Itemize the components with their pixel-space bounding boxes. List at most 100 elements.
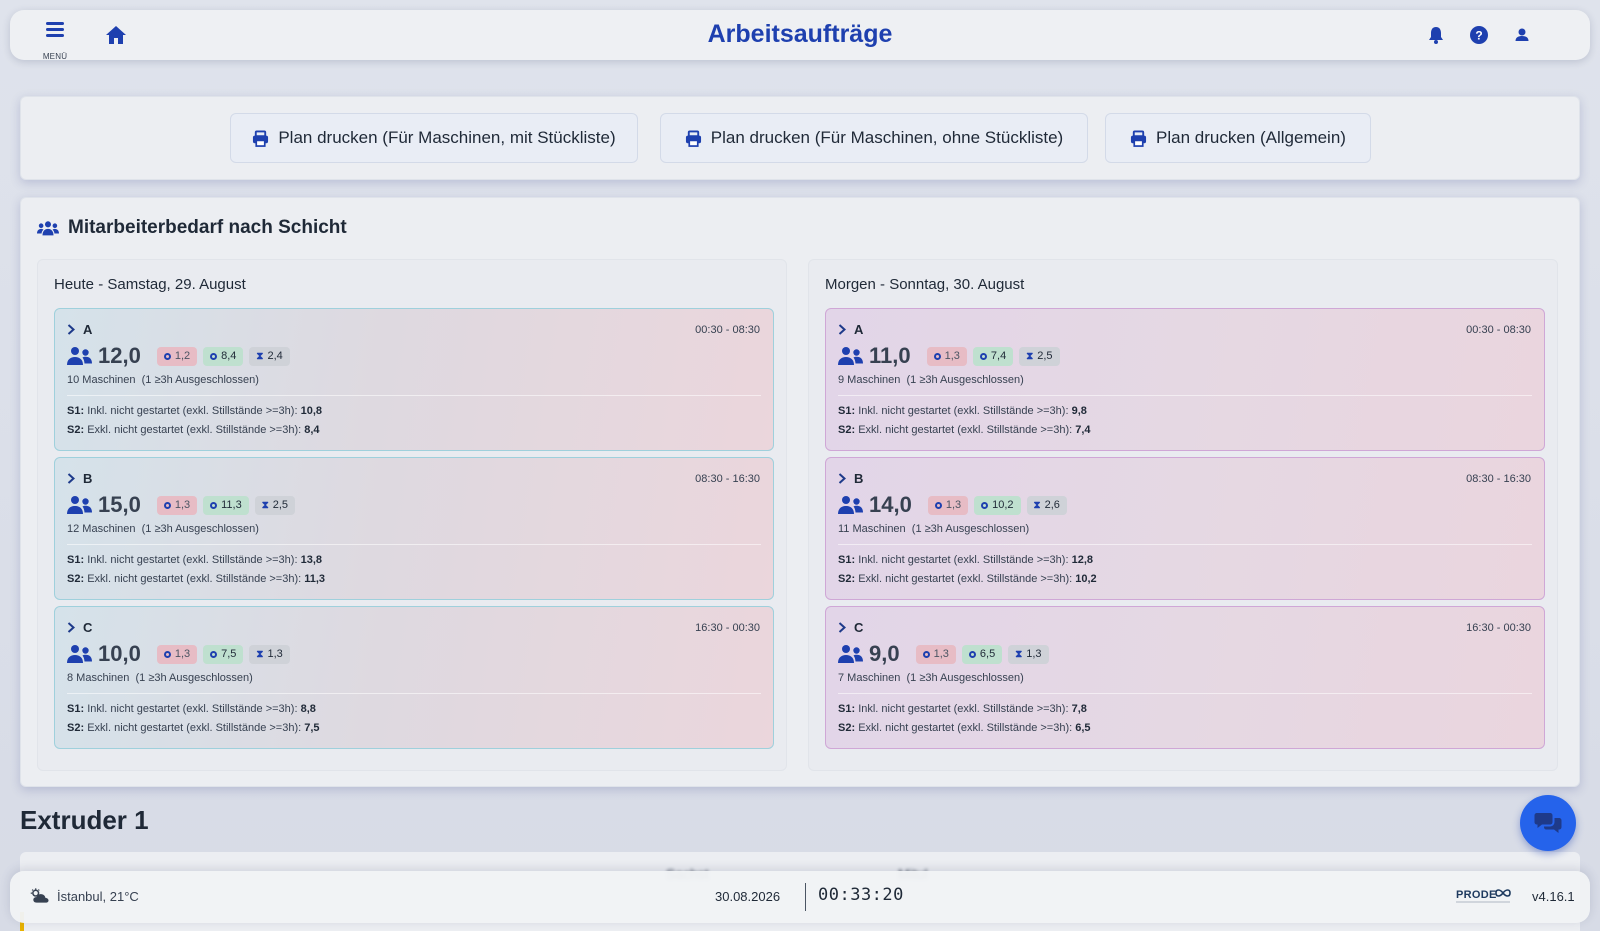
chat-button[interactable] (1520, 795, 1576, 851)
hamburger-icon (46, 22, 64, 40)
scenario-value: 8,8 (300, 703, 316, 715)
hourglass-icon: ⧗ (1015, 648, 1023, 660)
scenario-s2: S2: Exkl. nicht gestartet (exkl. Stillst… (838, 424, 1091, 436)
divider (838, 544, 1532, 545)
scenario-label: S1: (67, 554, 85, 566)
printer-icon (253, 129, 269, 147)
menu-label: MENÜ (42, 52, 68, 61)
excluded-text: (1 ≥3h Ausgeschlossen) (141, 374, 259, 386)
clock-icon (933, 352, 941, 360)
scenario-label: S2: (67, 573, 85, 585)
scenario-label: S1: (67, 405, 85, 417)
machine-count-text: 12 Maschinen (67, 523, 136, 535)
shift-header[interactable]: B (67, 471, 92, 486)
scenario-value: 13,8 (300, 554, 322, 566)
shift-card[interactable]: B 08:30 - 16:30 15,0 1,3 11,3 ⧗ 2,5 12 Maschine… (54, 457, 774, 600)
shift-header[interactable]: C (67, 620, 92, 635)
hourglass-icon: ⧗ (256, 350, 264, 362)
badge-red: 1,3 (926, 346, 967, 366)
badge-value: 1,3 (944, 350, 960, 362)
users-icon (838, 496, 863, 514)
shift-card[interactable]: B 08:30 - 16:30 14,0 1,3 10,2 ⧗ 2,6 11 Maschine… (825, 457, 1545, 600)
hourglass-icon: ⧗ (1026, 350, 1034, 362)
print-with-bom-button[interactable]: Plan drucken (Für Maschinen, mit Stückli… (230, 113, 638, 163)
scenario-text: Exkl. nicht gestartet (exkl. Stillstände… (87, 424, 302, 436)
clock-icon (979, 352, 987, 360)
badge-value: 10,2 (992, 499, 1014, 511)
shift-card[interactable]: C 16:30 - 00:30 10,0 1,3 7,5 ⧗ 1,3 8 Maschinen … (54, 606, 774, 749)
print-without-bom-button[interactable]: Plan drucken (Für Maschinen, ohne Stückl… (660, 113, 1088, 163)
chevron-right-icon (838, 324, 846, 335)
badge-red: 1,3 (156, 644, 198, 664)
staff-total: 14,0 (869, 492, 912, 517)
staff-demand-panel: Mitarbeiterbedarf nach Schicht Heute - S… (20, 197, 1580, 787)
day-title: Heute - Samstag, 29. August (54, 276, 246, 293)
chevron-right-icon (67, 324, 75, 335)
badge-gray: ⧗ 1,3 (249, 644, 290, 664)
machine-count: 7 Maschinen (1 ≥3h Ausgeschlossen) (838, 672, 1024, 684)
excluded-text: (1 ≥3h Ausgeschlossen) (911, 523, 1030, 535)
scenario-s1: S1: Inkl. nicht gestartet (exkl. Stillst… (67, 554, 322, 566)
badge-value: 1,3 (267, 648, 283, 660)
badge-value: 2,6 (1044, 499, 1060, 511)
shift-card[interactable]: A 00:30 - 08:30 12,0 1,2 8,4 ⧗ 2,4 10 Maschinen… (54, 308, 774, 451)
bell-icon[interactable] (1426, 25, 1446, 45)
clock-icon (922, 650, 930, 658)
clock-icon (934, 501, 942, 509)
shift-summary: 10,0 1,3 7,5 ⧗ 1,3 (67, 641, 296, 667)
shift-header[interactable]: B (838, 471, 863, 486)
scenario-s2: S2: Exkl. nicht gestartet (exkl. Stillst… (67, 424, 320, 436)
printer-icon (685, 129, 701, 147)
print-general-button[interactable]: Plan drucken (Allgemein) (1105, 113, 1371, 163)
shift-header[interactable]: A (838, 322, 863, 337)
badge-green: 7,4 (972, 346, 1014, 366)
current-date: 30.08.2026 (715, 889, 781, 904)
day-title: Morgen - Sonntag, 30. August (825, 276, 1025, 293)
excluded-text: (1 ≥3h Ausgeschlossen) (141, 523, 259, 535)
shift-header[interactable]: C (838, 620, 863, 635)
staff-demand-title: Mitarbeiterbedarf nach Schicht (68, 217, 347, 238)
shift-summary: 12,0 1,2 8,4 ⧗ 2,4 (67, 343, 296, 369)
shift-header[interactable]: A (67, 322, 92, 337)
divider (805, 883, 806, 911)
clock-icon (210, 650, 218, 658)
scenario-value: 10,2 (1075, 573, 1097, 585)
divider (67, 544, 761, 545)
scenario-text: Exkl. nicht gestartet (exkl. Stillstände… (858, 573, 1073, 585)
scenario-label: S2: (67, 424, 85, 436)
badge-red: 1,3 (156, 495, 198, 515)
scenario-label: S1: (838, 703, 856, 715)
badge-red: 1,3 (927, 495, 969, 515)
menu-button[interactable]: MENÜ (40, 20, 70, 61)
hourglass-icon: ⧗ (256, 648, 264, 660)
machine-count-text: 10 Maschinen (67, 374, 136, 386)
shift-card[interactable]: C 16:30 - 00:30 9,0 1,3 6,5 ⧗ 1,3 7 Maschinen (… (825, 606, 1545, 749)
divider (838, 395, 1532, 396)
scenario-s1: S1: Inkl. nicht gestartet (exkl. Stillst… (67, 405, 322, 417)
shift-name: B (83, 471, 93, 486)
badge-value: 11,3 (221, 499, 242, 511)
scenario-label: S2: (67, 722, 85, 734)
badge-red: 1,2 (156, 346, 198, 366)
scenario-text: Inkl. nicht gestartet (exkl. Stillstände… (858, 703, 1069, 715)
shift-name: B (854, 471, 864, 486)
weather-text: İstanbul, 21°C (57, 888, 139, 904)
user-icon[interactable] (1512, 25, 1532, 45)
shift-card[interactable]: A 00:30 - 08:30 11,0 1,3 7,4 ⧗ 2,5 9 Maschinen … (825, 308, 1545, 451)
svg-text:PRODE: PRODE (1456, 889, 1497, 901)
scenario-text: Exkl. nicht gestartet (exkl. Stillstände… (858, 722, 1073, 734)
help-icon[interactable]: ? (1469, 25, 1489, 45)
print-without-bom-label: Plan drucken (Für Maschinen, ohne Stückl… (710, 128, 1064, 147)
machine-count: 8 Maschinen (1 ≥3h Ausgeschlossen) (67, 672, 253, 684)
badge-gray: ⧗ 2,6 (1026, 495, 1067, 515)
users-icon (67, 347, 92, 365)
shift-summary: 9,0 1,3 6,5 ⧗ 1,3 (838, 641, 1055, 667)
staff-total: 12,0 (98, 343, 141, 368)
home-icon[interactable] (104, 23, 128, 47)
badge-gray: ⧗ 2,4 (249, 346, 290, 366)
badge-value: 1,3 (174, 499, 191, 511)
section-title: Extruder 1 (20, 805, 149, 835)
badge-value: 2,4 (267, 350, 283, 362)
badge-red: 1,3 (915, 644, 956, 664)
machine-count-text: 8 Maschinen (67, 672, 130, 684)
